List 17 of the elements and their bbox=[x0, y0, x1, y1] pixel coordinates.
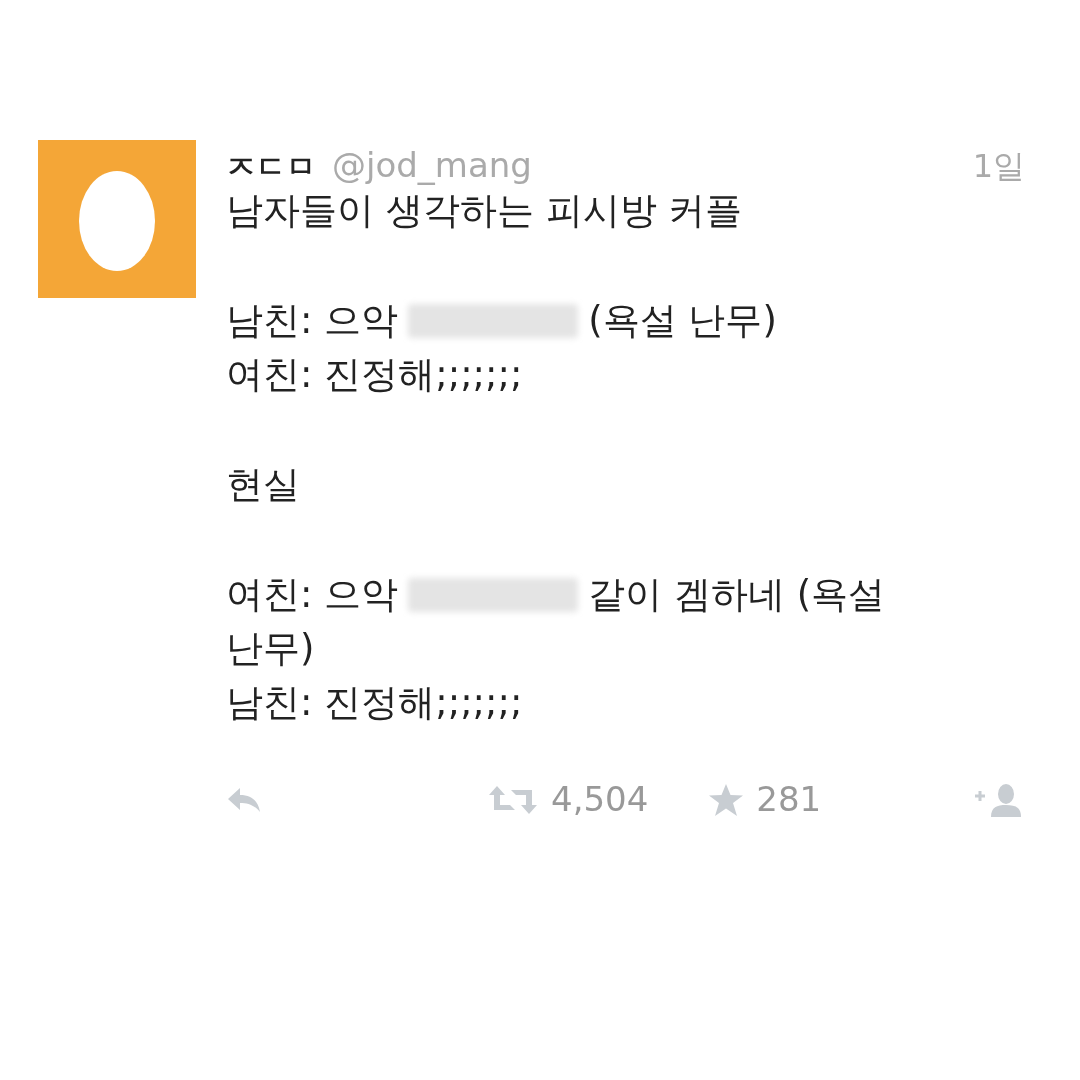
retweet-count: 4,504 bbox=[551, 778, 649, 821]
tweet-text: 남친: 진정해;;;;;;; bbox=[226, 680, 523, 726]
tweet-time[interactable]: 1일 bbox=[972, 142, 1025, 190]
reply-icon[interactable] bbox=[226, 785, 262, 814]
tweet-text: 여친: 으악 bbox=[226, 572, 399, 618]
tweet-text: 남친: 으악 bbox=[226, 298, 399, 344]
tweet-text: 난무) bbox=[226, 626, 315, 672]
tweet-text: 현실 bbox=[226, 462, 300, 508]
display-name[interactable]: ㅈㄷㅁ bbox=[226, 144, 316, 189]
tweet-text: 같이 겜하네 (욕설 bbox=[588, 572, 886, 618]
avatar[interactable] bbox=[38, 140, 196, 298]
tweet-text: (욕설 난무) bbox=[588, 298, 777, 344]
tweet-text: 남자들이 생각하는 피시방 커플 bbox=[226, 188, 743, 234]
favorite-count: 281 bbox=[756, 778, 822, 821]
user-handle[interactable]: @jod_mang bbox=[332, 140, 532, 191]
tweet-text: 여친: 진정해;;;;;;; bbox=[226, 352, 523, 398]
star-icon[interactable] bbox=[708, 782, 745, 817]
